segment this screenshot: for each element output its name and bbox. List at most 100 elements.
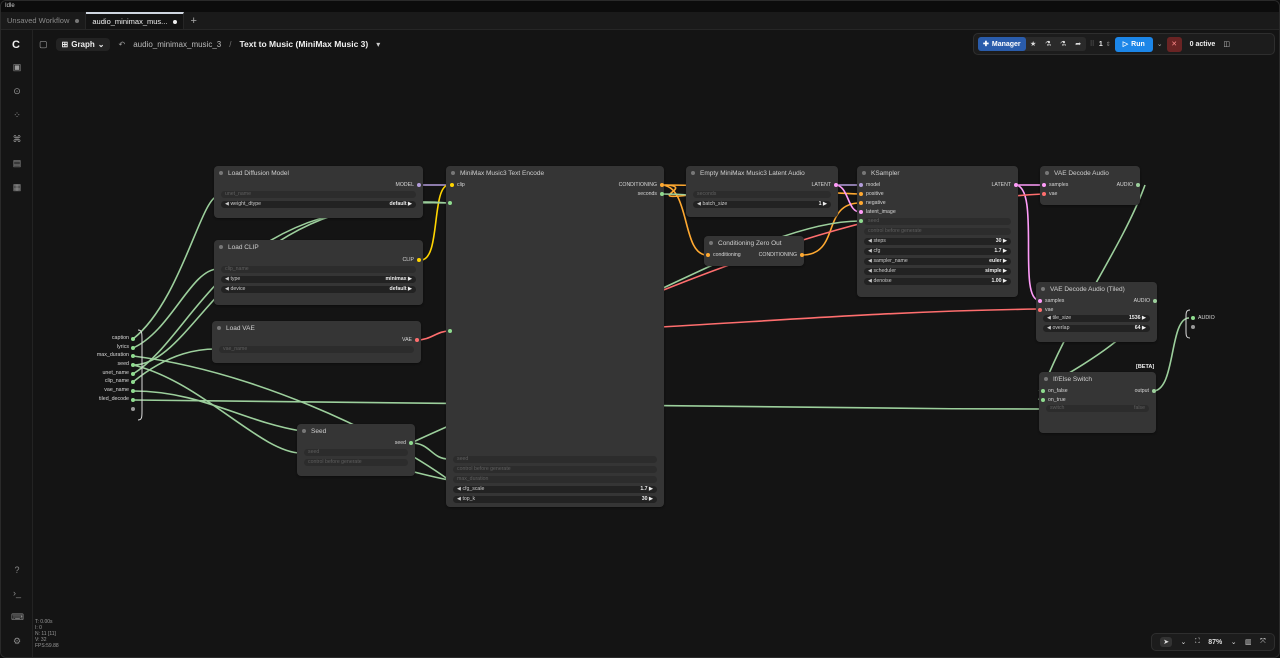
input-lyrics-dot[interactable] xyxy=(448,329,452,333)
input-seed-dot[interactable] xyxy=(859,219,863,223)
wire-caption xyxy=(132,195,219,340)
output-latent[interactable]: LATENT xyxy=(811,182,838,188)
group-input-dot[interactable] xyxy=(131,337,135,341)
widget-sampler-name[interactable]: ◀ sampler_name euler ▶ xyxy=(864,258,1011,265)
fit-view-icon[interactable]: ⛶ xyxy=(1195,638,1200,646)
widget-overlap[interactable]: ◀ overlap 64 ▶ xyxy=(1043,325,1150,332)
node-load-vae[interactable]: Load VAE VAE vae_name xyxy=(212,321,421,363)
group-input-dot[interactable] xyxy=(131,372,135,376)
widget-cfg[interactable]: ◀ cfg 1.7 ▶ xyxy=(864,248,1011,255)
group-input-seed: seed xyxy=(117,361,130,367)
output-conditioning[interactable]: CONDITIONING xyxy=(759,252,804,258)
node-title: VAE Decode Audio xyxy=(1040,166,1140,180)
chevron-down-icon[interactable]: ⌄ xyxy=(1231,638,1237,646)
group-output-dot[interactable] xyxy=(1191,316,1195,320)
widget-control-before-generate[interactable]: control before generate xyxy=(453,466,657,473)
widget-batch-size[interactable]: ◀ batch_size 1 ▶ xyxy=(693,201,831,208)
widget-tile-size[interactable]: ◀ tile_size 1536 ▶ xyxy=(1043,315,1150,322)
group-input-bracket xyxy=(137,329,143,421)
node-load-clip[interactable]: Load CLIP CLIP clip_name ◀ type minimax ▶… xyxy=(214,240,423,305)
widget-seed[interactable]: seed xyxy=(304,449,408,456)
output[interactable]: output xyxy=(1135,388,1156,394)
group-input-dot[interactable] xyxy=(131,380,135,384)
input-samples[interactable]: samples xyxy=(1042,182,1068,188)
link-visibility-icon[interactable]: ⤧ xyxy=(1260,638,1266,646)
output-audio[interactable]: AUDIO xyxy=(1134,298,1157,304)
perf-fps: FPS:59.88 xyxy=(35,643,59,649)
group-output-audio: AUDIO xyxy=(1198,315,1215,321)
widget-scheduler[interactable]: ◀ scheduler simple ▶ xyxy=(864,268,1011,275)
node-title: Empty MiniMax Music3 Latent Audio xyxy=(686,166,838,180)
group-output-bracket xyxy=(1185,309,1191,339)
node-ksampler[interactable]: KSampler model positive negative latent_… xyxy=(857,166,1018,297)
input-negative[interactable]: negative xyxy=(859,200,886,206)
widget-seed[interactable]: seed xyxy=(453,456,657,463)
group-input-empty-dot[interactable] xyxy=(131,407,135,411)
widget-cfg-scale[interactable]: ◀ cfg_scale 1.7 ▶ xyxy=(453,486,657,493)
input-conditioning[interactable]: conditioning xyxy=(706,252,741,258)
widget-denoise[interactable]: ◀ denoise 1.00 ▶ xyxy=(864,278,1011,285)
group-input-unet-name: unet_name xyxy=(102,370,129,376)
input-on-true[interactable]: on_true xyxy=(1041,397,1066,403)
minimap-icon[interactable]: ▥ xyxy=(1245,638,1252,646)
output-clip[interactable]: CLIP xyxy=(402,257,421,263)
widget-control-before-generate[interactable]: control before generate xyxy=(304,459,408,466)
wire-seed-out xyxy=(410,442,450,460)
wire-vae xyxy=(416,330,450,341)
output-model[interactable]: MODEL xyxy=(396,182,421,188)
node-title: VAE Decode Audio (Tiled) xyxy=(1036,282,1157,296)
chevron-down-icon[interactable]: ⌄ xyxy=(1181,638,1187,646)
output-seconds[interactable]: seconds xyxy=(638,191,664,197)
input-positive[interactable]: positive xyxy=(859,191,884,197)
group-output-empty-dot[interactable] xyxy=(1191,325,1195,329)
widget-switch[interactable]: switch false xyxy=(1046,405,1149,412)
wire-seed xyxy=(132,364,302,454)
node-load-diffusion-model[interactable]: Load Diffusion Model MODEL unet_name ◀ w… xyxy=(214,166,423,218)
widget-vae-name[interactable]: vae_name xyxy=(219,346,414,353)
input-samples[interactable]: samples xyxy=(1038,298,1064,304)
input-latent-image[interactable]: latent_image xyxy=(859,209,896,215)
wire-clip xyxy=(420,184,450,261)
widget-top-k[interactable]: ◀ top_k 30 ▶ xyxy=(453,496,657,503)
widget-device[interactable]: ◀ device default ▶ xyxy=(221,286,416,293)
select-mode-icon[interactable]: ➤ xyxy=(1160,637,1173,647)
node-title: Conditioning Zero Out xyxy=(704,236,804,250)
output-audio[interactable]: AUDIO xyxy=(1117,182,1140,188)
input-caption-dot[interactable] xyxy=(448,201,452,205)
widget-seconds[interactable]: seconds xyxy=(693,191,831,198)
input-vae[interactable]: vae xyxy=(1042,191,1057,197)
output-seed[interactable]: seed xyxy=(395,440,413,446)
output-latent[interactable]: LATENT xyxy=(991,182,1018,188)
widget-control-before-generate[interactable]: control before generate xyxy=(864,228,1011,235)
input-clip[interactable]: clip xyxy=(450,182,465,188)
node-title: KSampler xyxy=(857,166,1018,180)
input-on-false[interactable]: on_false xyxy=(1041,388,1068,394)
group-input-dot[interactable] xyxy=(131,389,135,393)
output-vae[interactable]: VAE xyxy=(402,337,419,343)
zoom-level[interactable]: 87% xyxy=(1208,639,1222,646)
node-if-else-switch[interactable]: If/Else Switch on_false on_true output s… xyxy=(1039,372,1156,433)
group-input-dot[interactable] xyxy=(131,354,135,358)
node-empty-latent-audio[interactable]: Empty MiniMax Music3 Latent Audio LATENT… xyxy=(686,166,838,217)
input-vae[interactable]: vae xyxy=(1038,307,1053,313)
widget-type[interactable]: ◀ type minimax ▶ xyxy=(221,276,416,283)
node-title: Load Diffusion Model xyxy=(214,166,423,180)
widget-clip-name[interactable]: clip_name xyxy=(221,266,416,273)
widget-weight-dtype[interactable]: ◀ weight_dtype default ▶ xyxy=(221,201,416,208)
node-seed[interactable]: Seed seed seed control before generate xyxy=(297,424,415,476)
widget-max-duration[interactable]: max_duration xyxy=(453,476,657,483)
group-input-dot[interactable] xyxy=(131,346,135,350)
node-text-encode[interactable]: MiniMax Music3 Text Encode clip CONDITIO… xyxy=(446,166,664,507)
widget-steps[interactable]: ◀ steps 30 ▶ xyxy=(864,238,1011,245)
node-title: Load VAE xyxy=(212,321,421,335)
group-input-vae-name: vae_name xyxy=(104,387,129,393)
output-conditioning[interactable]: CONDITIONING xyxy=(619,182,664,188)
input-model[interactable]: model xyxy=(859,182,880,188)
node-conditioning-zero-out[interactable]: Conditioning Zero Out conditioning CONDI… xyxy=(704,236,804,266)
node-vae-decode-audio-tiled[interactable]: VAE Decode Audio (Tiled) samples vae AUD… xyxy=(1036,282,1157,342)
node-vae-decode-audio[interactable]: VAE Decode Audio samples vae AUDIO xyxy=(1040,166,1140,205)
group-input-dot[interactable] xyxy=(131,398,135,402)
widget-seed[interactable]: seed xyxy=(864,218,1011,225)
widget-unet-name[interactable]: unet_name xyxy=(221,191,416,198)
group-input-dot[interactable] xyxy=(131,363,135,367)
